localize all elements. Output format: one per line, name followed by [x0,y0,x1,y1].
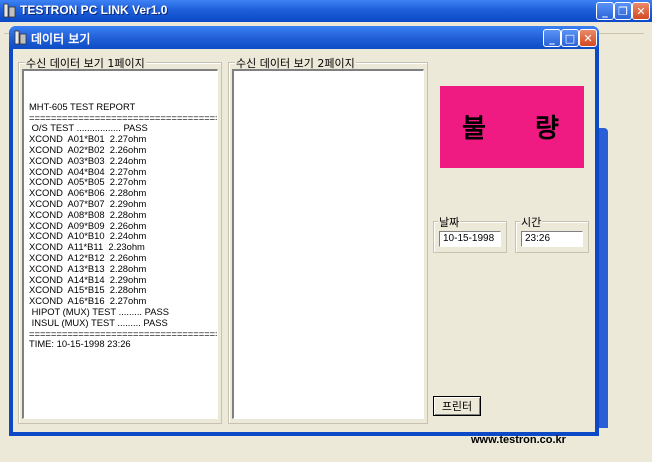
print-button[interactable]: 프린터 [433,396,481,416]
report-line: MHT-605 TEST REPORT [29,100,136,112]
app-icon [3,3,16,18]
main-minimize-button[interactable]: _ [596,2,614,20]
child-window-title: 데이터 보기 [31,32,91,46]
date-group: 날짜 10-15-1998 [433,214,507,253]
report-line: INSUL (MUX) TEST ......... PASS [29,316,168,328]
page2-group: 수신 데이터 보기 2페이지 [228,55,428,424]
website-label: www.testron.co.kr [471,434,566,446]
date-label: 날짜 [438,214,461,230]
status-char-2: 량 [535,114,559,144]
window-icon [14,30,27,45]
child-minimize-button[interactable]: _ [543,29,561,47]
main-restore-button[interactable]: ❐ [614,2,632,20]
maximize-icon: □ [564,31,576,45]
time-label: 시간 [520,214,543,230]
child-title-bar[interactable]: 데이터 보기 _ □ ✕ [9,26,599,49]
child-client-area: 수신 데이터 보기 1페이지 MHT-605 TEST REPORT ======… [13,49,595,446]
report-line: TIME: 10-15-1998 23:26 [29,338,131,350]
minimize-icon: _ [549,31,555,45]
main-title-bar[interactable]: TESTRON PC LINK Ver1.0 _ ❐ ✕ [0,0,652,22]
date-field[interactable]: 10-15-1998 [439,231,501,247]
restore-icon: ❐ [618,4,628,18]
minimize-icon: _ [602,4,608,18]
close-icon: ✕ [583,31,593,45]
page1-report-text: MHT-605 TEST REPORT =====================… [29,91,217,350]
close-icon: ✕ [636,4,646,18]
main-window-title: TESTRON PC LINK Ver1.0 [20,3,168,17]
data-view-window: 데이터 보기 _ □ ✕ 수신 데이터 보기 1페이지 MHT-605 TEST… [9,26,599,446]
time-field[interactable]: 23:26 [521,231,583,247]
status-char-1: 불 [462,114,486,144]
report-line: XCOND A08*B08 2.28ohm [29,208,147,220]
page1-memo[interactable]: MHT-605 TEST REPORT =====================… [22,69,218,419]
page1-group: 수신 데이터 보기 1페이지 MHT-605 TEST REPORT ======… [18,55,222,424]
report-line: XCOND A13*B13 2.28ohm [29,262,147,274]
child-maximize-button[interactable]: □ [561,29,579,47]
child-close-button[interactable]: ✕ [579,29,597,47]
main-close-button[interactable]: ✕ [632,2,650,20]
report-line: XCOND A03*B03 2.24ohm [29,154,147,166]
time-group: 시간 23:26 [515,214,589,253]
page2-memo[interactable] [232,69,424,419]
fail-status-indicator: 불 량 [440,86,584,168]
